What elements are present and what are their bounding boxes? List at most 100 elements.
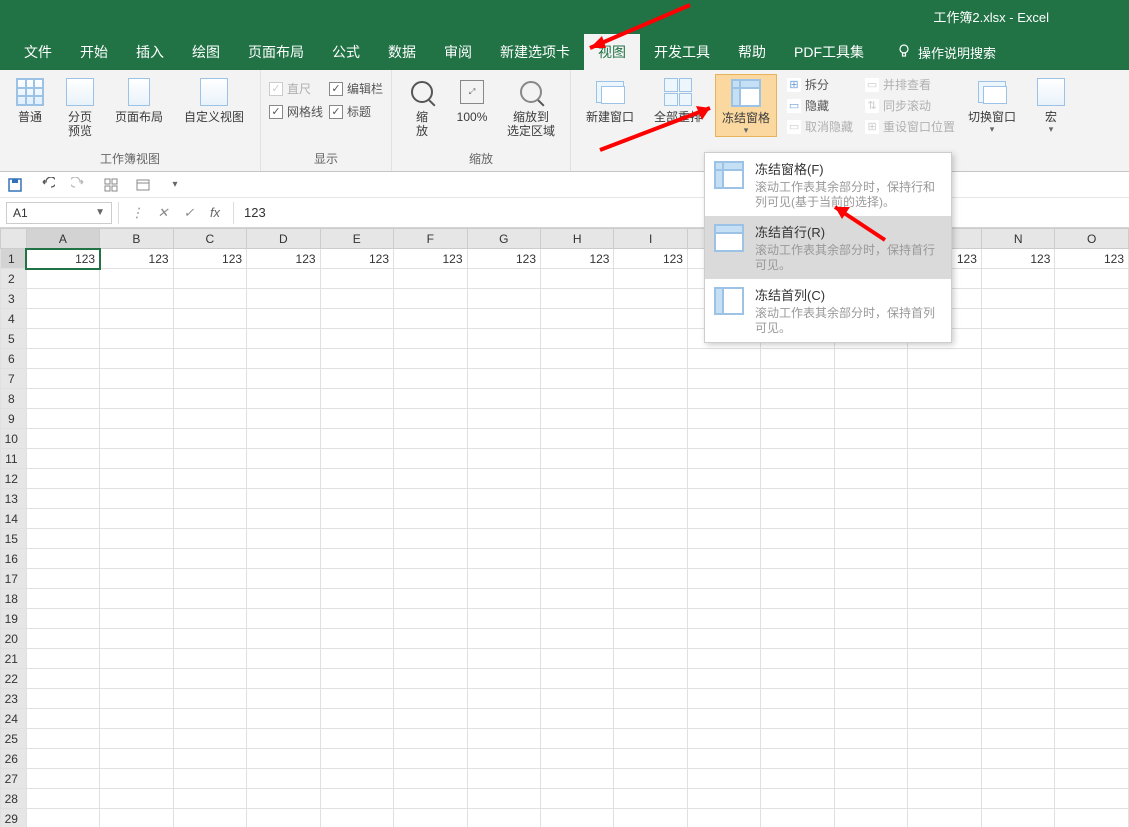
cell[interactable] — [541, 569, 614, 589]
cell[interactable] — [761, 389, 834, 409]
cell[interactable] — [981, 449, 1054, 469]
row-header[interactable]: 8 — [1, 389, 27, 409]
cell[interactable] — [320, 289, 393, 309]
column-header[interactable]: O — [1055, 229, 1129, 249]
cell[interactable] — [981, 789, 1054, 809]
cell[interactable] — [173, 509, 246, 529]
cell[interactable] — [394, 409, 467, 429]
cell[interactable] — [761, 449, 834, 469]
cell[interactable] — [394, 729, 467, 749]
cell[interactable] — [981, 289, 1054, 309]
cell[interactable] — [394, 789, 467, 809]
cell[interactable] — [173, 269, 246, 289]
cell[interactable] — [467, 809, 540, 827]
cell[interactable] — [100, 289, 173, 309]
cell[interactable] — [100, 689, 173, 709]
cell[interactable]: 123 — [981, 249, 1054, 269]
gridlines-checkbox[interactable]: ✓网格线 — [269, 103, 323, 120]
cell[interactable] — [247, 349, 320, 369]
cell[interactable] — [981, 409, 1054, 429]
freeze-first-column-option[interactable]: 冻结首列(C)滚动工作表其余部分时，保持首列可见。 — [705, 279, 951, 342]
cell[interactable] — [908, 409, 981, 429]
cell[interactable]: 123 — [173, 249, 246, 269]
cell[interactable] — [1055, 289, 1129, 309]
cell[interactable] — [687, 609, 760, 629]
cell[interactable] — [173, 729, 246, 749]
cell[interactable] — [467, 269, 540, 289]
cell[interactable] — [100, 529, 173, 549]
tab-pdftools[interactable]: PDF工具集 — [780, 34, 878, 70]
cell[interactable] — [614, 449, 687, 469]
column-header[interactable]: G — [467, 229, 540, 249]
cell[interactable] — [761, 769, 834, 789]
cell[interactable] — [467, 549, 540, 569]
cell[interactable] — [26, 329, 99, 349]
cell[interactable] — [834, 589, 907, 609]
cell[interactable] — [467, 449, 540, 469]
cell[interactable] — [687, 789, 760, 809]
cell[interactable] — [247, 769, 320, 789]
split-button[interactable]: ⊞拆分 — [787, 76, 853, 93]
cell[interactable] — [834, 409, 907, 429]
page-break-button[interactable]: 分页 预览 — [58, 74, 102, 138]
cell[interactable] — [541, 509, 614, 529]
cell[interactable] — [247, 789, 320, 809]
column-header[interactable]: A — [26, 229, 99, 249]
cell[interactable] — [26, 729, 99, 749]
cell[interactable] — [834, 529, 907, 549]
cell[interactable] — [394, 469, 467, 489]
cell[interactable] — [100, 749, 173, 769]
cell[interactable] — [394, 769, 467, 789]
cell[interactable] — [467, 709, 540, 729]
cell[interactable] — [541, 749, 614, 769]
cell[interactable] — [100, 769, 173, 789]
row-header[interactable]: 14 — [1, 509, 27, 529]
zoom-100-button[interactable]: ⤢ 100% — [450, 74, 494, 124]
cell[interactable] — [541, 549, 614, 569]
cell[interactable] — [247, 809, 320, 827]
cell[interactable]: 123 — [467, 249, 540, 269]
cell[interactable] — [467, 509, 540, 529]
cell[interactable]: 123 — [1055, 249, 1129, 269]
cell[interactable] — [467, 649, 540, 669]
cell[interactable] — [320, 449, 393, 469]
cell[interactable] — [687, 809, 760, 827]
cell[interactable] — [173, 369, 246, 389]
cell[interactable] — [908, 389, 981, 409]
cell[interactable] — [614, 309, 687, 329]
row-header[interactable]: 3 — [1, 289, 27, 309]
row-header[interactable]: 28 — [1, 789, 27, 809]
cell[interactable] — [467, 389, 540, 409]
switch-windows-button[interactable]: 切换窗口 ▾ — [961, 74, 1023, 135]
cell[interactable] — [173, 649, 246, 669]
cell[interactable]: 123 — [394, 249, 467, 269]
cell[interactable] — [687, 409, 760, 429]
cell[interactable] — [981, 369, 1054, 389]
cell[interactable] — [541, 449, 614, 469]
cell[interactable] — [26, 569, 99, 589]
cell[interactable] — [394, 569, 467, 589]
new-window-button[interactable]: 新建窗口 — [579, 74, 641, 124]
cell[interactable] — [687, 369, 760, 389]
cell[interactable] — [173, 789, 246, 809]
cell[interactable] — [614, 709, 687, 729]
cell[interactable] — [394, 369, 467, 389]
column-header[interactable]: B — [100, 229, 173, 249]
cell[interactable] — [614, 589, 687, 609]
cell[interactable] — [541, 609, 614, 629]
row-header[interactable]: 5 — [1, 329, 27, 349]
cell[interactable] — [687, 549, 760, 569]
cell[interactable] — [320, 269, 393, 289]
cell[interactable]: 123 — [541, 249, 614, 269]
cell[interactable] — [394, 529, 467, 549]
cell[interactable] — [320, 569, 393, 589]
cell[interactable] — [394, 289, 467, 309]
cell[interactable] — [1055, 749, 1129, 769]
cell[interactable] — [761, 489, 834, 509]
tab-data[interactable]: 数据 — [374, 34, 430, 70]
cell[interactable] — [26, 289, 99, 309]
column-header[interactable]: C — [173, 229, 246, 249]
cell[interactable] — [467, 569, 540, 589]
tab-insert[interactable]: 插入 — [122, 34, 178, 70]
cell[interactable] — [100, 409, 173, 429]
